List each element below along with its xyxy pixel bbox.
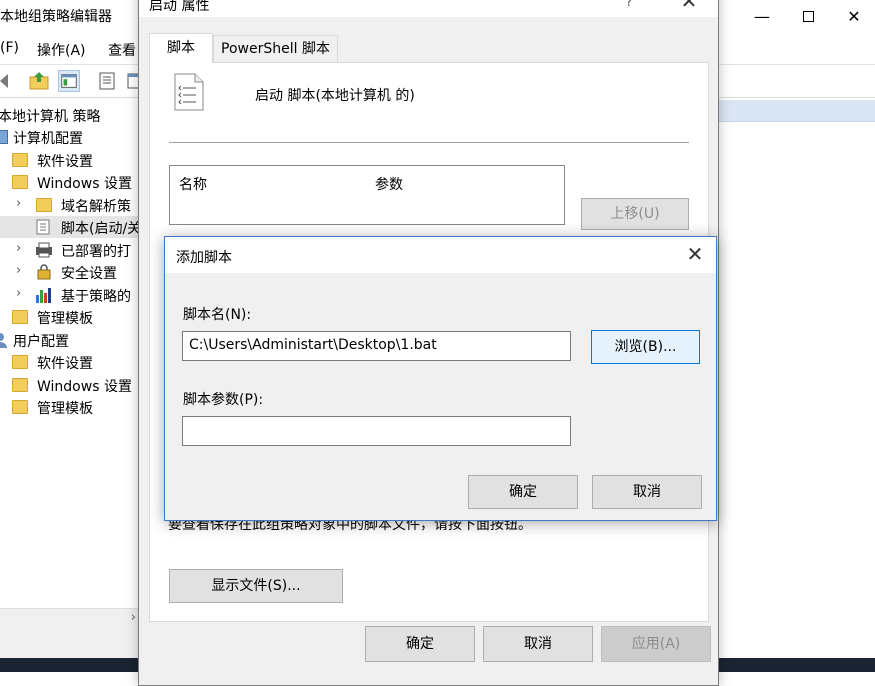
folder-icon xyxy=(12,310,28,324)
help-button[interactable]: ? xyxy=(619,0,639,17)
back-arrow-icon[interactable] xyxy=(0,70,16,92)
chart-icon xyxy=(36,288,51,303)
script-params-input[interactable] xyxy=(182,416,571,446)
menu-file[interactable]: (F) xyxy=(0,40,19,56)
show-files-button[interactable]: 显示文件(S)... xyxy=(169,569,343,603)
browse-button[interactable]: 浏览(B)... xyxy=(591,330,700,364)
ok-button[interactable]: 确定 xyxy=(468,475,578,509)
folder-icon xyxy=(12,378,28,392)
script-name-label: 脚本名(N): xyxy=(183,307,252,323)
tree-item-label: 管理模板 xyxy=(37,311,93,327)
menu-action[interactable]: 操作(A) xyxy=(37,40,86,60)
tree-item-label: 基于策略的 xyxy=(61,289,131,305)
tree-item-label: Windows 设置 xyxy=(37,176,132,192)
folder-icon xyxy=(12,400,28,414)
user-icon xyxy=(0,333,7,348)
minimize-button[interactable]: — xyxy=(739,0,785,32)
tree-item-label: 用户配置 xyxy=(13,334,69,350)
tree-item-label: Windows 设置 xyxy=(37,379,132,395)
expand-chevron-icon[interactable]: › xyxy=(16,241,26,256)
properties-icon[interactable] xyxy=(96,70,118,92)
script-params-label: 脚本参数(P): xyxy=(183,392,264,408)
tree-item-label: 软件设置 xyxy=(37,154,93,170)
tree-item-label: 管理模板 xyxy=(37,401,93,417)
computer-icon xyxy=(0,130,8,144)
menu-view[interactable]: 查看 xyxy=(108,40,136,60)
cancel-button[interactable]: 取消 xyxy=(592,475,702,509)
close-button[interactable]: ✕ xyxy=(671,0,707,17)
show-hide-tree-icon[interactable] xyxy=(58,70,80,92)
close-button[interactable]: ✕ xyxy=(674,237,716,273)
cancel-button[interactable]: 取消 xyxy=(483,626,593,662)
script-file-icon xyxy=(174,73,204,111)
expand-chevron-icon[interactable]: › xyxy=(16,196,26,211)
add-script-titlebar: 添加脚本 ✕ xyxy=(165,237,716,273)
properties-title: 启动 属性 xyxy=(149,0,210,14)
tree-item-label: 已部署的打 xyxy=(61,244,131,260)
script-icon xyxy=(36,219,50,235)
gpedit-title: 本地组策略编辑器 xyxy=(0,9,112,25)
script-name-input[interactable]: C:\Users\Administart\Desktop\1.bat xyxy=(182,331,571,361)
status-area xyxy=(0,628,140,658)
column-header-params[interactable]: 参数 xyxy=(375,174,403,194)
column-header-name[interactable]: 名称 xyxy=(179,174,207,194)
ok-button[interactable]: 确定 xyxy=(365,626,475,662)
tab-scripts[interactable]: 脚本 xyxy=(149,33,213,63)
tree-item-label: 脚本(启动/关 xyxy=(61,221,142,237)
tree-item-label: 计算机配置 xyxy=(13,131,83,147)
details-pane-header xyxy=(718,100,875,122)
tree-item-label: 软件设置 xyxy=(37,356,93,372)
maximize-button[interactable] xyxy=(785,0,831,32)
move-up-button[interactable]: 上移(U) xyxy=(581,198,689,230)
folder-icon xyxy=(12,153,28,167)
apply-button[interactable]: 应用(A) xyxy=(601,626,711,662)
properties-titlebar: 启动 属性 ? ✕ xyxy=(139,0,718,17)
scroll-right-icon[interactable]: › xyxy=(131,610,136,625)
startup-scripts-heading: 启动 脚本(本地计算机 的) xyxy=(255,88,415,104)
up-folder-icon[interactable] xyxy=(28,70,50,92)
folder-icon xyxy=(12,355,28,369)
printer-icon xyxy=(36,242,52,258)
add-script-title: 添加脚本 xyxy=(176,250,232,266)
horizontal-scrollbar[interactable]: › xyxy=(0,608,140,628)
tree-item-label: 本地计算机 策略 xyxy=(0,109,101,125)
scripts-list[interactable]: 名称 参数 xyxy=(169,165,565,225)
tree-item-label: 安全设置 xyxy=(61,266,117,282)
folder-icon xyxy=(36,198,52,212)
folder-icon xyxy=(12,175,28,189)
tree-item-label: 域名解析策 xyxy=(61,199,131,215)
tab-powershell-scripts[interactable]: PowerShell 脚本 xyxy=(213,35,338,63)
add-script-dialog: 添加脚本 ✕ 脚本名(N): C:\Users\Administart\Desk… xyxy=(164,236,717,521)
policy-tree: 本地计算机 策略 计算机配置 软件设置 Windows 设置 › 域名解析策 脚… xyxy=(0,100,142,610)
expand-chevron-icon[interactable]: › xyxy=(16,286,26,301)
security-lock-icon xyxy=(37,264,51,280)
maximize-icon xyxy=(802,10,814,22)
separator xyxy=(169,142,689,143)
close-button[interactable]: ✕ xyxy=(831,0,875,32)
tree-item-scripts[interactable]: 脚本(启动/关 xyxy=(0,216,142,238)
expand-chevron-icon[interactable]: › xyxy=(16,263,26,278)
